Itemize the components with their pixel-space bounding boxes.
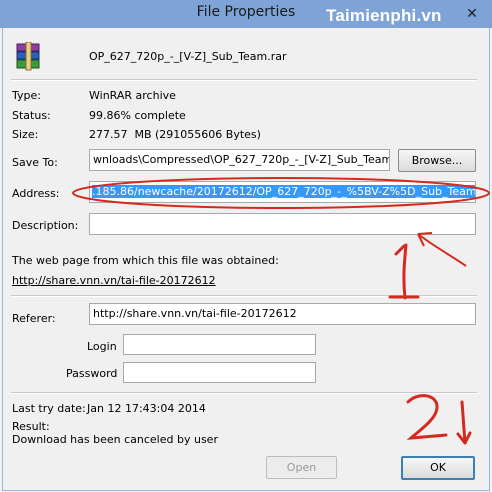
divider-top <box>11 79 477 81</box>
address-label: Address: <box>12 187 60 200</box>
open-button[interactable]: Open <box>266 456 337 479</box>
winrar-archive-icon <box>13 41 45 72</box>
password-label: Password <box>66 367 118 380</box>
login-field[interactable] <box>123 334 316 355</box>
password-field[interactable] <box>123 362 316 383</box>
source-heading: The web page from which this file was ob… <box>12 254 279 267</box>
last-try-label: Last try date: <box>12 402 86 415</box>
divider-bottom <box>11 392 477 394</box>
status-label: Status: <box>12 109 51 122</box>
watermark-logo: Taimienphi.vn <box>326 6 442 25</box>
login-label: Login <box>87 340 117 353</box>
result-label: Result: <box>12 420 50 433</box>
size-label: Size: <box>12 128 39 141</box>
type-value: WinRAR archive <box>89 89 176 102</box>
file-name: OP_627_720p_-_[V-Z]_Sub_Team.rar <box>89 50 287 63</box>
browse-button[interactable]: Browse... <box>398 149 476 172</box>
source-url-link[interactable]: http://share.vnn.vn/tai-file-20172612 <box>12 274 216 287</box>
result-value: Download has been canceled by user <box>12 433 218 446</box>
close-icon[interactable]: ✕ <box>462 6 482 22</box>
save-to-field[interactable]: wnloads\Compressed\OP_627_720p_-_[V-Z]_S… <box>89 149 390 171</box>
ok-button[interactable]: OK <box>401 456 475 480</box>
save-to-label: Save To: <box>12 156 58 169</box>
referer-field[interactable]: http://share.vnn.vn/tai-file-20172612 <box>89 303 476 325</box>
referer-label: Referer: <box>12 312 56 325</box>
description-label: Description: <box>12 219 79 232</box>
description-field[interactable] <box>89 213 476 235</box>
address-field[interactable]: .185.86/newcache/20172612/OP_627_720p_-_… <box>89 181 476 203</box>
size-value: 277.57 MB (291055606 Bytes) <box>89 128 261 141</box>
divider-middle <box>11 295 477 297</box>
type-label: Type: <box>12 89 41 102</box>
address-selected-text: .185.86/newcache/20172612/OP_627_720p_-_… <box>92 185 475 198</box>
last-try-value: Jan 12 17:43:04 2014 <box>87 402 206 415</box>
status-value: 99.86% complete <box>89 109 186 122</box>
